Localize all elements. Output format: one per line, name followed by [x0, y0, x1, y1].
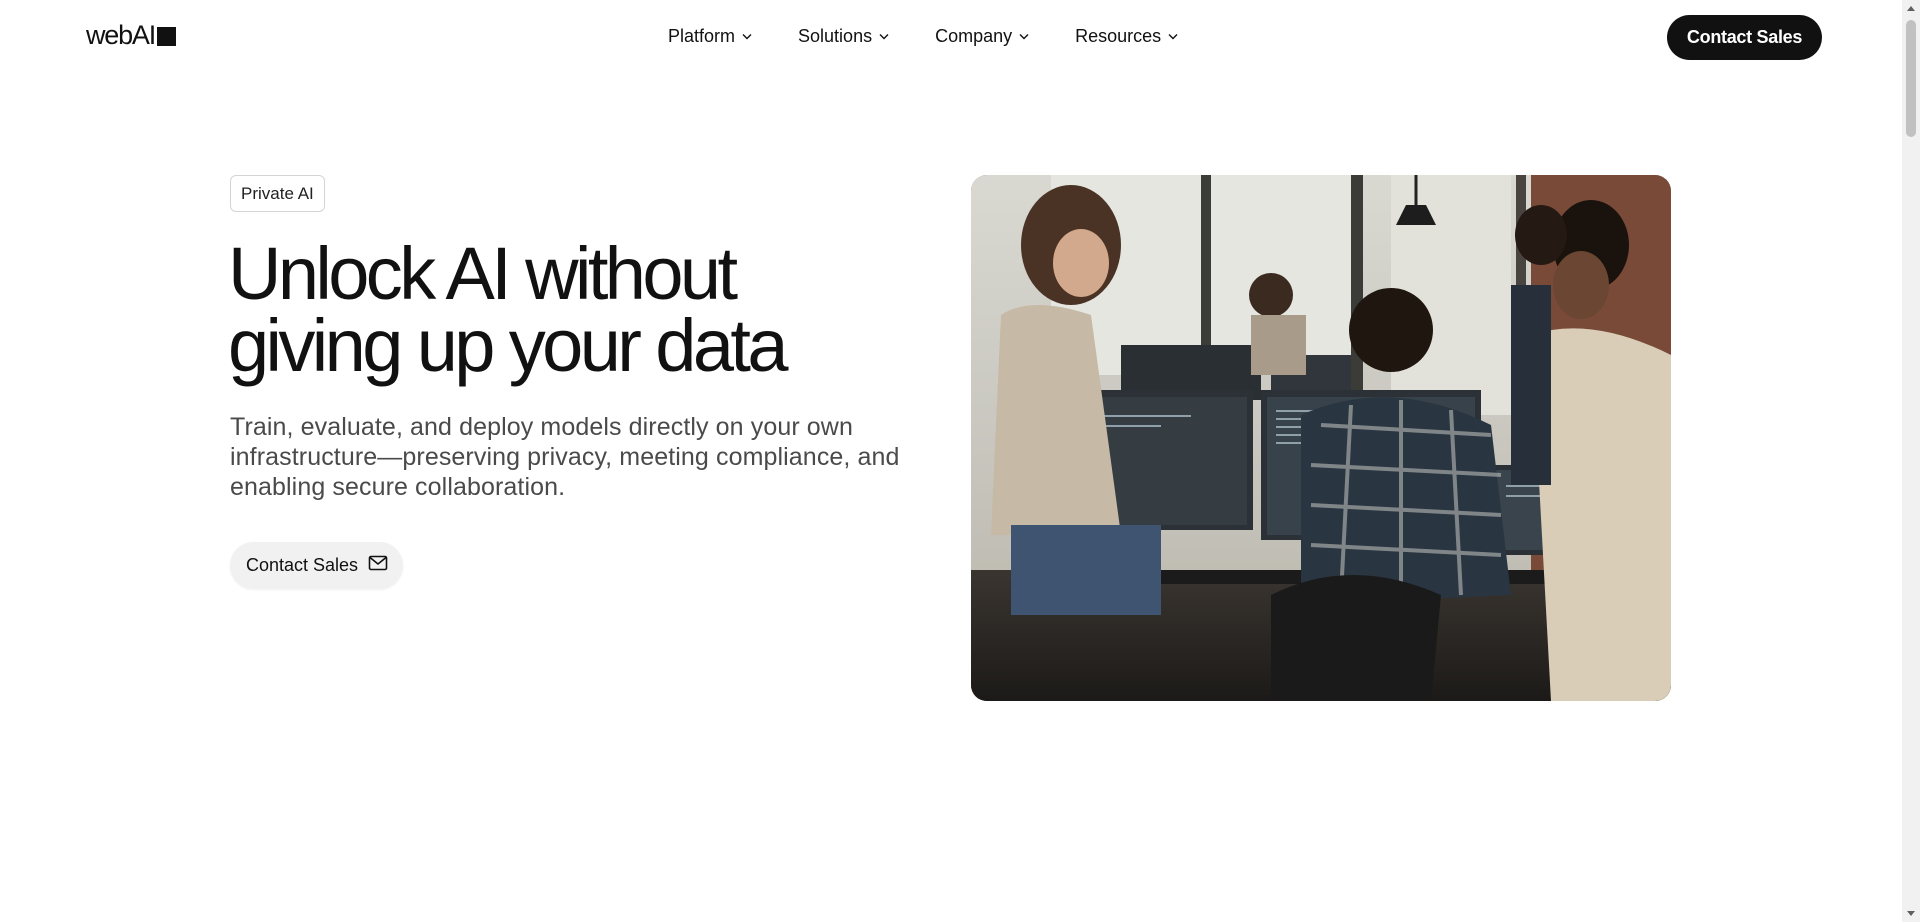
nav-item-label: Solutions — [798, 26, 873, 46]
nav-item-platform[interactable]: Platform — [668, 26, 752, 47]
subhead-line: enabling secure collaboration. — [230, 473, 566, 501]
nav-item-solutions[interactable]: Solutions — [798, 26, 889, 47]
headline-line: Unlock AI without — [228, 232, 738, 315]
nav-item-resources[interactable]: Resources — [1075, 26, 1178, 47]
logo-square-icon — [157, 27, 177, 46]
chevron-down-icon — [1019, 33, 1029, 40]
main-nav: Platform Solutions Company Resources — [668, 26, 1178, 47]
button-label: Contact Sales — [246, 555, 359, 575]
contact-sales-button[interactable]: Contact Sales — [1667, 15, 1822, 60]
nav-item-company[interactable]: Company — [935, 26, 1029, 47]
nav-item-label: Resources — [1075, 26, 1162, 46]
mail-icon — [368, 555, 388, 576]
subhead-line: Train, evaluate, and deploy models direc… — [230, 413, 853, 441]
hero-subheading: Train, evaluate, and deploy models direc… — [230, 412, 920, 502]
hero-contact-sales-button[interactable]: Contact Sales — [230, 542, 404, 589]
subhead-line: infrastructure—preserving privacy, meeti… — [230, 443, 900, 471]
chevron-down-icon — [879, 33, 889, 40]
hero-photo — [971, 175, 1671, 701]
vertical-scrollbar[interactable] — [1902, 0, 1920, 922]
site-header: webAI Platform Solutions Company Resourc… — [0, 0, 1902, 75]
headline-line: giving up your data — [228, 304, 789, 387]
hero-headline: Unlock AI without giving up your data — [228, 237, 928, 383]
private-ai-tag: Private AI — [230, 175, 325, 212]
nav-item-label: Platform — [668, 26, 736, 46]
scroll-down-arrow-icon[interactable] — [1902, 905, 1920, 922]
nav-item-label: Company — [935, 26, 1013, 46]
logo[interactable]: webAI — [86, 20, 177, 50]
scrollbar-thumb[interactable] — [1906, 20, 1916, 137]
scroll-up-arrow-icon[interactable] — [1902, 0, 1920, 17]
chevron-down-icon — [742, 33, 752, 40]
chevron-down-icon — [1168, 33, 1178, 40]
logo-text: webAI — [86, 20, 156, 50]
